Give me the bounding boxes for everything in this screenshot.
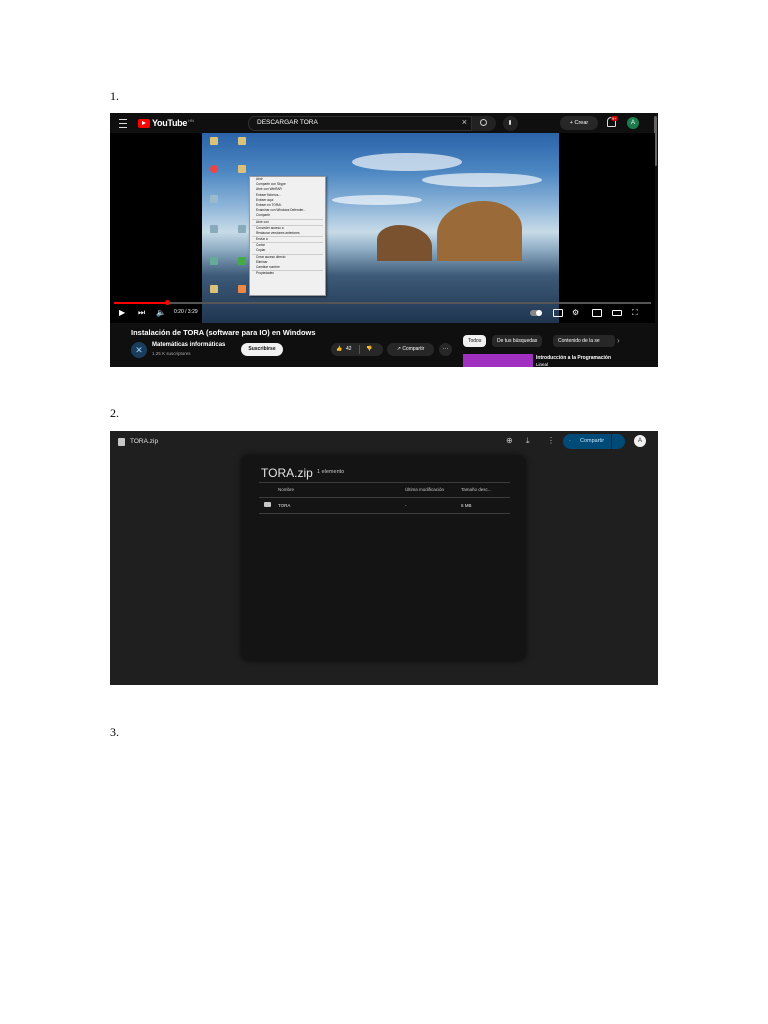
file-name: TORA.zip xyxy=(130,438,159,445)
context-menu: Abrir Compartir con Skype Abrir con WinR… xyxy=(249,176,326,296)
zip-file-icon xyxy=(118,438,125,446)
step-number-2: 2. xyxy=(110,406,119,420)
more-vert-icon[interactable]: ⋮ xyxy=(547,436,555,445)
desktop-icon xyxy=(210,225,218,233)
desktop-icon xyxy=(238,137,246,145)
microphone-icon[interactable] xyxy=(503,116,518,131)
chevron-right-icon[interactable]: › xyxy=(617,335,620,347)
step-number-3: 3. xyxy=(110,725,119,739)
column-header-modified[interactable]: Última modificación xyxy=(405,487,444,492)
context-menu-item[interactable]: Propiedades xyxy=(250,271,325,276)
country-code: HN xyxy=(188,118,194,123)
player-controls: ▶ ⏭ 🔈 0:20 / 3:29 ⚙ ⛶ xyxy=(110,307,658,319)
progress-fill xyxy=(114,302,168,304)
row-size: 6 MB xyxy=(461,503,472,508)
desktop-icon xyxy=(210,257,218,265)
avatar[interactable]: A xyxy=(627,117,639,129)
video-title: Instalación de TORA (software para IO) e… xyxy=(131,328,316,337)
create-button[interactable]: + Crear xyxy=(560,116,598,130)
volume-icon[interactable]: 🔈 xyxy=(156,307,166,319)
create-label: Crear xyxy=(574,120,589,126)
add-to-drive-icon[interactable]: ⊕ xyxy=(506,436,513,445)
autoplay-toggle[interactable] xyxy=(530,310,542,316)
subscriber-count: 1.25 K suscriptores xyxy=(152,351,191,356)
chrome-icon xyxy=(210,165,218,173)
column-header-size[interactable]: Tamaño desc... xyxy=(461,487,492,492)
thumbs-down-icon[interactable]: 👎 xyxy=(366,343,372,356)
download-icon[interactable]: ⤓ xyxy=(526,436,530,446)
time-display: 0:20 / 3:29 xyxy=(174,309,198,315)
desktop-icon xyxy=(210,195,218,203)
panel-title: TORA.zip xyxy=(261,466,313,480)
channel-name[interactable]: Matemáticas informáticas xyxy=(152,342,225,348)
next-icon[interactable]: ⏭ xyxy=(138,307,145,319)
cloud xyxy=(422,173,542,187)
miniplayer-icon[interactable] xyxy=(592,309,602,317)
drive-zip-screenshot: TORA.zip ⊕ ⤓ ⋮ · Compartir A TORA.zip 1 … xyxy=(110,431,658,685)
share-button[interactable]: ↗ Compartir xyxy=(387,343,434,356)
menu-icon[interactable] xyxy=(119,119,127,128)
progress-bar[interactable] xyxy=(114,300,651,305)
divider xyxy=(259,482,510,483)
youtube-screenshot: YouTube HN DESCARGAR TORA × + Crear 9+ A xyxy=(110,113,658,367)
row-modified: - xyxy=(405,503,407,508)
desktop-icon xyxy=(238,225,246,233)
cloud xyxy=(332,195,422,205)
divider xyxy=(259,497,510,498)
search-query: DESCARGAR TORA xyxy=(257,119,318,126)
avatar[interactable]: A xyxy=(634,435,646,447)
channel-avatar[interactable]: ✕ xyxy=(131,342,147,358)
desktop-icon xyxy=(238,257,246,265)
folder-icon xyxy=(210,285,218,293)
youtube-play-icon xyxy=(138,118,150,128)
share-label: Compartir xyxy=(402,346,425,352)
subscribe-button[interactable]: Suscribirse xyxy=(241,343,283,356)
lock-icon: · xyxy=(569,438,571,444)
item-count: 1 elemento xyxy=(317,469,345,475)
step-number-1: 1. xyxy=(110,89,119,103)
youtube-logo-text: YouTube xyxy=(152,118,188,128)
video-frame-desktop: Abrir Compartir con Skype Abrir con WinR… xyxy=(202,133,559,323)
recommended-title-line2: Lineal xyxy=(536,362,549,367)
divider xyxy=(259,513,510,514)
folder-icon xyxy=(238,165,246,173)
play-icon[interactable]: ▶ xyxy=(119,307,125,319)
row-name[interactable]: TORA xyxy=(278,503,290,508)
rock-arch xyxy=(437,201,522,261)
like-count: 42 xyxy=(346,346,352,352)
recommended-thumbnail[interactable] xyxy=(463,354,533,367)
youtube-logo[interactable]: YouTube HN xyxy=(138,118,194,128)
notification-badge: 9+ xyxy=(611,116,618,121)
rock-arch xyxy=(377,225,432,261)
more-options-icon[interactable]: ··· xyxy=(439,343,452,356)
gear-icon[interactable]: ⚙ xyxy=(572,307,579,319)
folder-icon xyxy=(264,502,271,507)
search-icon[interactable] xyxy=(472,116,496,131)
recommended-title[interactable]: Introducción a la Programación xyxy=(536,355,611,361)
share-icon: ↗ xyxy=(396,346,401,352)
like-button[interactable]: 👍 42 👎 xyxy=(331,343,383,356)
thumbs-up-icon: 👍 xyxy=(336,346,343,352)
fullscreen-icon[interactable]: ⛶ xyxy=(632,307,638,319)
desktop-icon xyxy=(210,137,218,145)
share-button[interactable]: · Compartir xyxy=(563,434,625,449)
desktop-icon xyxy=(238,285,246,293)
zip-contents-panel: TORA.zip 1 elemento Nombre Última modifi… xyxy=(241,455,526,661)
cloud xyxy=(352,153,462,171)
chip-from-searches[interactable]: De tus búsquedas xyxy=(492,335,543,347)
video-player[interactable]: Abrir Compartir con Skype Abrir con WinR… xyxy=(110,133,655,323)
subtitles-icon[interactable] xyxy=(553,309,563,317)
theater-mode-icon[interactable] xyxy=(612,310,622,316)
chip-all[interactable]: Todos xyxy=(463,335,487,347)
chip-related[interactable]: Contenido de la se xyxy=(553,335,615,347)
share-label: Compartir xyxy=(580,438,605,444)
search-input[interactable]: DESCARGAR TORA × xyxy=(248,116,472,131)
clear-search-icon[interactable]: × xyxy=(462,117,467,127)
share-divider xyxy=(611,434,612,449)
like-divider xyxy=(359,345,360,354)
youtube-header: YouTube HN DESCARGAR TORA × + Crear 9+ A xyxy=(110,113,658,166)
column-header-name[interactable]: Nombre xyxy=(278,487,294,492)
